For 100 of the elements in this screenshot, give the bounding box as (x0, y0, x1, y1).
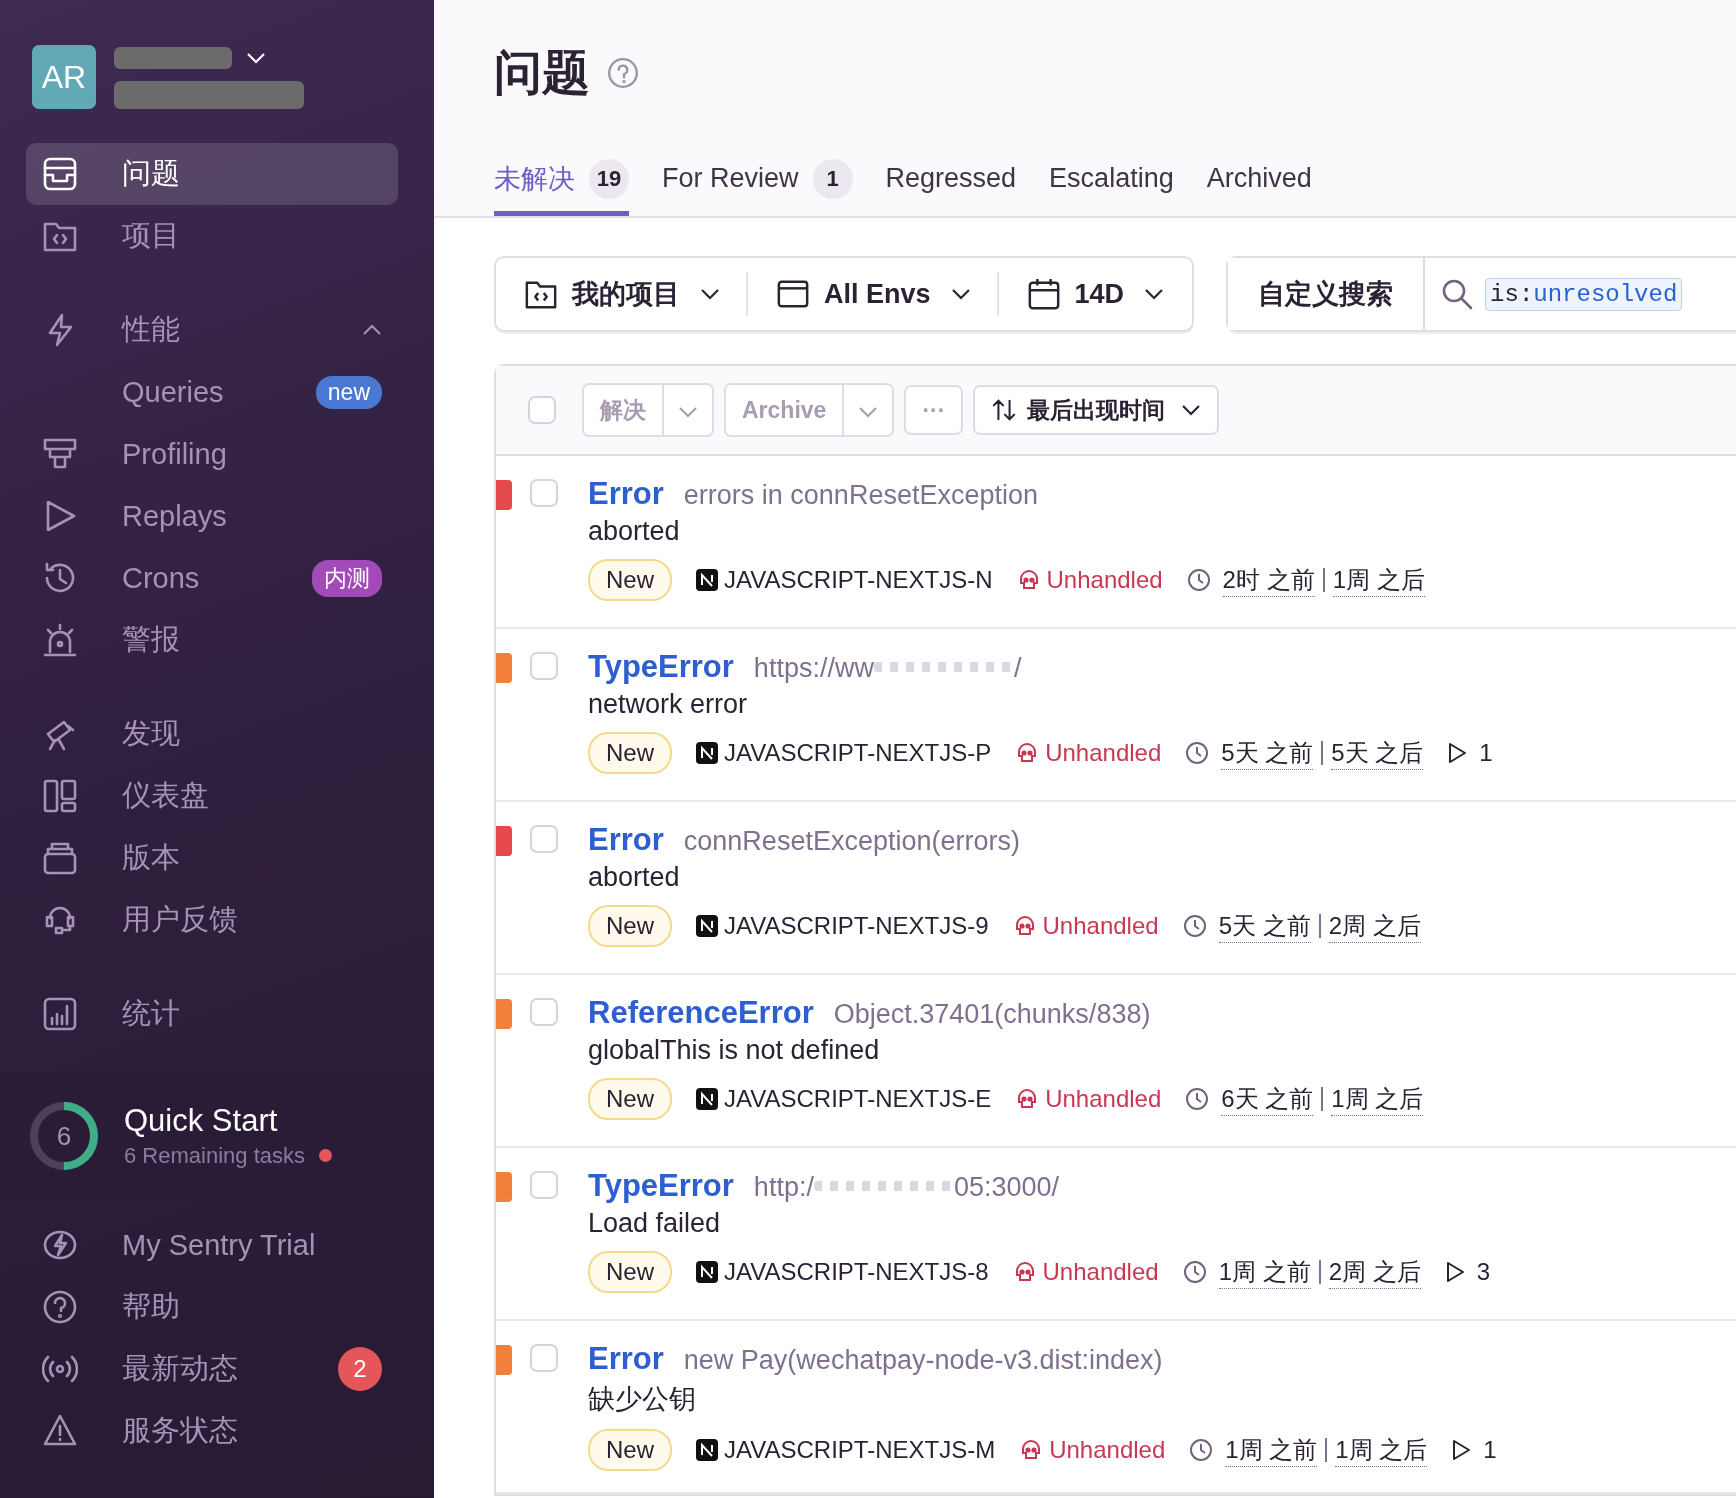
replay-count: 1 (1479, 739, 1493, 767)
issue-type[interactable]: ReferenceError (588, 995, 814, 1031)
tab[interactable]: 未解决 19 (494, 146, 629, 216)
window-icon (776, 277, 810, 311)
issue-culprit: new Pay(wechatpay-node-v3.dist:index) (683, 1345, 1163, 1376)
first-seen-time[interactable]: 1周 之后 (1335, 1433, 1428, 1467)
sidebar-item[interactable]: 帮助 (26, 1276, 398, 1338)
tab[interactable]: Regressed (885, 146, 1017, 216)
remaining-count: 6 (55, 1120, 73, 1152)
tab[interactable]: Escalating (1049, 146, 1174, 216)
last-seen-time[interactable]: 5天 之前 (1221, 736, 1314, 770)
issue-culprit: http:/ (753, 1172, 814, 1203)
chevron-down-icon (678, 405, 698, 418)
issue-type[interactable]: TypeError (588, 649, 734, 685)
tab-label: 未解决 (494, 162, 575, 196)
issue-type[interactable]: Error (588, 1341, 664, 1377)
last-seen-time[interactable]: 2时 之前 (1222, 563, 1315, 597)
chevron-down-icon (858, 405, 879, 418)
issue-type[interactable]: Error (588, 476, 664, 512)
last-seen-time[interactable]: 5天 之前 (1218, 909, 1311, 943)
calendar-icon (1026, 277, 1061, 311)
row-checkbox[interactable] (530, 1171, 558, 1199)
sidebar-item[interactable]: Crons 内测 (26, 547, 398, 609)
sidebar-item[interactable]: 仪表盘 (26, 765, 398, 827)
sort-icon (991, 397, 1018, 423)
issue-message: Load failed (588, 1208, 722, 1239)
project-icon (696, 915, 718, 937)
issue-row[interactable]: TypeError https://ww / network error New JAVASCRIPT-NEXTJS-P Unhandled 5天 之前 5天 之后 1 (496, 629, 1736, 802)
first-seen-time[interactable]: 5天 之后 (1331, 736, 1424, 770)
row-checkbox[interactable] (530, 998, 558, 1026)
sidebar-item[interactable]: Queries new (26, 361, 398, 423)
issue-culprit: connResetException(errors) (683, 826, 1020, 857)
tab-label: Archived (1206, 163, 1312, 194)
unhandled-tag: Unhandled (1046, 566, 1163, 594)
issue-message: globalThis is not defined (588, 1035, 881, 1066)
status-tag: New (588, 1078, 672, 1120)
first-seen-time[interactable]: 2周 之后 (1328, 909, 1421, 943)
issue-row[interactable]: Error connResetException(errors) aborted New JAVASCRIPT-NEXTJS-9 Unhandled 5天 之前 2周 之后 (496, 802, 1736, 975)
last-seen-time[interactable]: 6天 之前 (1221, 1082, 1314, 1116)
row-checkbox[interactable] (530, 479, 558, 507)
project-icon (696, 742, 718, 764)
quick-start-title: Quick Start (124, 1102, 279, 1139)
issue-row[interactable]: Error errors in connResetException aborted New JAVASCRIPT-NEXTJS-N Unhandled 2时 之前 1周 之后 (496, 456, 1736, 629)
play-icon (1444, 1261, 1465, 1283)
tab-label: Escalating (1049, 163, 1174, 194)
project-id: JAVASCRIPT-NEXTJS-8 (724, 1258, 989, 1286)
issue-row[interactable]: TypeError http:/ 05:3000/ Load failed New JAVASCRIPT-NEXTJS-8 Unhandled 1周 之前 2周 之后 3 (496, 1148, 1736, 1321)
clock-icon (1182, 914, 1207, 938)
status-tag: New (588, 1251, 672, 1293)
project-filter[interactable]: 我的项目 (496, 258, 748, 330)
issue-message: aborted (588, 862, 681, 893)
row-checkbox[interactable] (530, 652, 558, 680)
sidebar-item[interactable]: 发现 (26, 703, 398, 765)
clock-icon (1189, 1438, 1214, 1462)
row-checkbox[interactable] (530, 825, 558, 853)
sidebar-item[interactable]: 用户反馈 (26, 889, 398, 951)
sidebar-item[interactable]: 性能 (26, 299, 398, 361)
issue-culprit: 05:3000/ (953, 1172, 1059, 1203)
tab-label: For Review (662, 163, 799, 194)
clock-icon (1182, 1260, 1207, 1284)
first-seen-time[interactable]: 1周 之后 (1331, 1082, 1424, 1116)
last-seen-time[interactable]: 1周 之前 (1225, 1433, 1318, 1467)
sidebar-item[interactable]: 版本 (26, 827, 398, 889)
feature-badge: 内测 (312, 559, 382, 597)
issue-row[interactable]: ReferenceError Object.37401(chunks/838) globalThis is not defined New JAVASCRIPT-NEXTJS-E Unhandled 6天 之前 1周 之后 (496, 975, 1736, 1148)
sidebar-item[interactable]: Profiling (26, 423, 398, 485)
sidebar-item[interactable]: My Sentry Trial (26, 1214, 398, 1276)
sidebar-item[interactable]: 服务状态 (26, 1400, 398, 1462)
replay-count: 1 (1483, 1436, 1497, 1464)
date-filter[interactable]: 14D (998, 258, 1193, 330)
tab[interactable]: For Review 1 (662, 146, 853, 216)
issue-type[interactable]: TypeError (588, 1168, 734, 1204)
chevron-down-icon[interactable] (246, 52, 266, 64)
sidebar-item[interactable]: Replays (26, 485, 398, 547)
feature-badge: new (315, 375, 382, 409)
project-icon (696, 1088, 718, 1110)
sidebar-item[interactable]: 问题 (26, 143, 398, 205)
project-icon (696, 1439, 718, 1461)
environment-filter[interactable]: All Envs (748, 258, 999, 330)
unhandled-tag: Unhandled (1049, 1436, 1166, 1464)
issue-culprit: / (1013, 653, 1022, 684)
first-seen-time[interactable]: 1周 之后 (1332, 563, 1425, 597)
releases-icon (42, 840, 78, 876)
first-seen-time[interactable]: 2周 之后 (1328, 1255, 1421, 1289)
sidebar-item[interactable]: 警报 (26, 609, 398, 671)
filter-label: All Envs (824, 278, 931, 310)
last-seen-time[interactable]: 1周 之前 (1218, 1255, 1311, 1289)
chevron-up-icon[interactable] (362, 324, 382, 336)
sidebar-item[interactable]: 项目 (26, 205, 398, 267)
row-checkbox[interactable] (530, 1344, 558, 1372)
help-icon[interactable] (606, 56, 640, 90)
issue-type[interactable]: Error (588, 822, 664, 858)
tab[interactable]: Archived (1206, 146, 1312, 216)
issue-culprit: Object.37401(chunks/838) (833, 999, 1151, 1030)
issue-row[interactable]: Error new Pay(wechatpay-node-v3.dist:index) 缺少公钥 New JAVASCRIPT-NEXTJS-M Unhandled 1周 之前 1周 之后 1 (496, 1321, 1736, 1494)
project-icon (696, 569, 718, 591)
sidebar-item[interactable]: 统计 (26, 983, 398, 1045)
chevron-down-icon (700, 288, 720, 300)
issue-culprit: https://ww (753, 653, 874, 684)
sidebar-item[interactable]: 最新动态 2 (26, 1338, 398, 1400)
